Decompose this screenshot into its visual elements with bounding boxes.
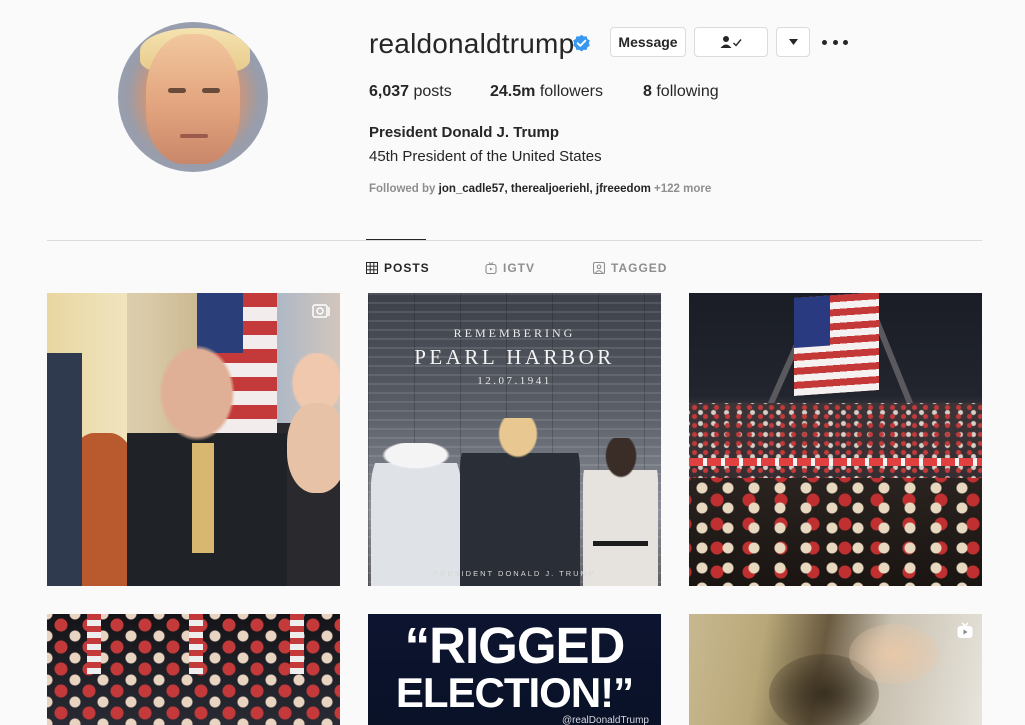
chevron-down-icon	[788, 39, 798, 45]
carousel-icon	[312, 304, 330, 318]
post-image-belt	[593, 541, 648, 546]
post-text-remembering: REMEMBERING	[453, 326, 576, 340]
post-image-first-lady	[583, 438, 658, 586]
igtv-icon	[485, 262, 497, 274]
post-tile-video[interactable]	[689, 614, 982, 725]
tab-tagged-label: TAGGED	[611, 261, 668, 275]
post-image-baby	[287, 403, 340, 493]
post-tile-pearl-harbor[interactable]: REMEMBERING PEARL HARBOR 12.07.1941 PRES…	[368, 293, 661, 586]
post-image-flag-stripe	[189, 614, 203, 674]
tab-tagged[interactable]: TAGGED	[593, 261, 667, 275]
post-image-flag-stripe	[290, 614, 304, 674]
verified-badge-icon	[573, 34, 590, 52]
message-button[interactable]: Message	[610, 27, 686, 57]
post-tile-rigged-election[interactable]: “RIGGED ELECTION!” @realDonaldTrump	[368, 614, 661, 725]
posts-count-label: posts	[413, 83, 452, 100]
followers-count-value: 24.5m	[490, 83, 536, 100]
profile-bio: 45th President of the United States	[369, 148, 602, 165]
post-text-pearl-harbor: PEARL HARBOR	[414, 345, 615, 369]
followers-count-label: followers	[539, 83, 603, 100]
igtv-video-icon	[957, 622, 973, 638]
post-image-blur-light	[849, 624, 939, 684]
followed-by-text[interactable]: Followed by jon_cadle57, therealjoeriehl…	[369, 183, 711, 195]
followed-by-prefix: Followed by	[369, 183, 439, 195]
profile-full-name: President Donald J. Trump	[369, 124, 560, 141]
dot	[822, 39, 827, 45]
profile-divider	[47, 240, 982, 241]
dot	[832, 39, 838, 45]
post-image-flag	[794, 293, 879, 396]
post-text-handle: @realDonaldTrump	[561, 715, 649, 725]
post-text-signature: PRESIDENT DONALD J. TRUMP	[433, 569, 596, 578]
post-image-president	[460, 418, 580, 586]
following-count-value: 8	[643, 83, 652, 100]
tab-igtv-label: IGTV	[503, 261, 536, 275]
avatar-eye-left	[168, 88, 186, 93]
followed-by-more: +122 more	[650, 183, 712, 195]
grid-icon	[366, 262, 378, 274]
tab-igtv[interactable]: IGTV	[485, 261, 535, 275]
followed-by-names: jon_cadle57, therealjoeriehl, jfreeedom	[438, 183, 651, 195]
post-image-foreground-crowd	[689, 478, 982, 586]
post-text-election: ELECTION!”	[395, 669, 634, 716]
suggestions-dropdown-button[interactable]	[776, 27, 810, 57]
dot	[843, 39, 848, 45]
flag-canton	[794, 295, 830, 348]
post-image-tie	[192, 443, 214, 553]
post-tile-rally-crowd[interactable]	[47, 614, 340, 725]
post-tile-ceremony[interactable]	[47, 293, 340, 586]
followers-count[interactable]: 24.5m followers	[490, 83, 603, 101]
tab-posts-label: POSTS	[384, 261, 430, 275]
post-image-banner	[689, 458, 982, 466]
avatar-mouth	[180, 134, 208, 138]
following-person-icon	[720, 36, 742, 48]
post-image-left-figure	[47, 353, 82, 586]
post-image-flag-stripe	[87, 614, 101, 674]
avatar-face	[146, 34, 240, 164]
profile-avatar[interactable]	[118, 22, 268, 172]
more-options-icon[interactable]	[822, 32, 848, 52]
following-count-label: following	[656, 83, 719, 100]
post-tile-rally[interactable]	[689, 293, 982, 586]
following-count[interactable]: 8 following	[643, 83, 719, 101]
tagged-icon	[593, 262, 605, 274]
post-image-sailor	[371, 443, 461, 586]
post-text-rigged: “RIGGED	[404, 617, 626, 674]
posts-count-value: 6,037	[369, 83, 410, 100]
avatar-eye-right	[202, 88, 220, 93]
tab-posts[interactable]: POSTS	[366, 261, 430, 275]
following-button[interactable]	[694, 27, 768, 57]
profile-username: realdonaldtrump	[369, 28, 575, 59]
active-tab-indicator	[366, 239, 426, 240]
posts-count: 6,037 posts	[369, 83, 452, 101]
post-text-date: 12.07.1941	[477, 375, 552, 387]
